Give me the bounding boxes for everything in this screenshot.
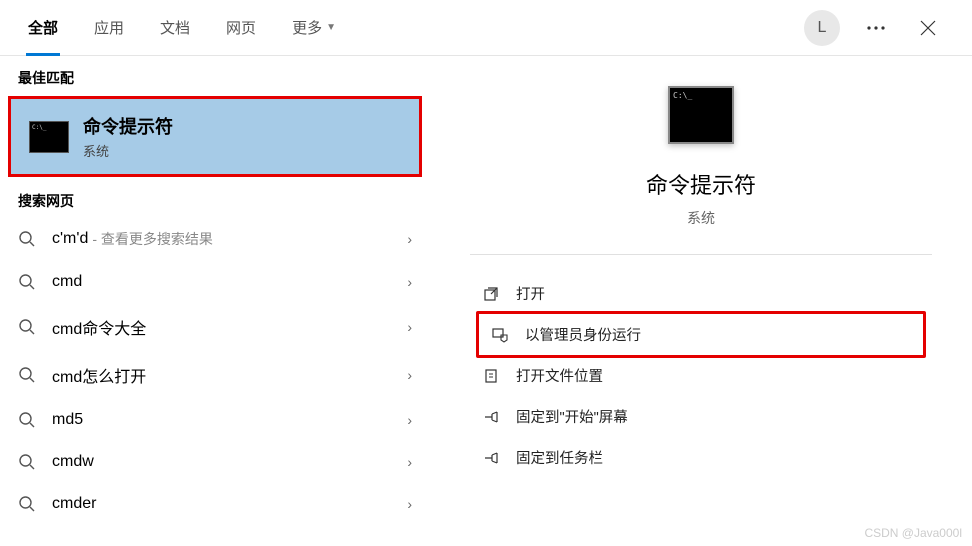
admin-icon [489, 327, 511, 343]
search-icon [18, 495, 38, 513]
action-pin[interactable]: 固定到"开始"屏幕 [470, 396, 932, 437]
result-text: cmdw [52, 453, 94, 471]
folder-icon [480, 368, 502, 384]
action-admin[interactable]: 以管理员身份运行 [476, 311, 926, 358]
web-result-item[interactable]: c'm'd - 查看更多搜索结果 › [0, 217, 430, 261]
web-results-list: c'm'd - 查看更多搜索结果›cmd›cmd命令大全›cmd怎么打开›md5… [0, 217, 430, 525]
divider [470, 254, 932, 255]
web-result-item[interactable]: cmd › [0, 261, 430, 303]
result-text: cmd [52, 273, 82, 291]
preview-title: 命令提示符 [646, 168, 756, 200]
chevron-right-icon: › [407, 454, 412, 470]
more-options-button[interactable] [860, 12, 892, 44]
tab-4[interactable]: 更多▼ [274, 0, 354, 56]
web-result-item[interactable]: md5 › [0, 399, 430, 441]
best-match-text: 命令提示符 系统 [83, 113, 173, 160]
chevron-right-icon: › [407, 231, 412, 247]
search-tabs: 全部应用文档网页更多▼ [10, 0, 354, 56]
best-match-subtitle: 系统 [83, 141, 173, 160]
tab-1[interactable]: 应用 [76, 0, 142, 56]
preview-subtitle: 系统 [687, 208, 715, 228]
pin-icon [480, 450, 502, 466]
action-pin[interactable]: 固定到任务栏 [470, 437, 932, 478]
result-text: md5 [52, 411, 83, 429]
result-text: cmd命令大全 [52, 315, 146, 339]
web-result-item[interactable]: cmdw › [0, 441, 430, 483]
pin-icon [480, 409, 502, 425]
open-icon [480, 286, 502, 302]
user-avatar[interactable]: L [804, 10, 840, 46]
search-icon [18, 230, 38, 248]
tab-0[interactable]: 全部 [10, 0, 76, 56]
content-area: 最佳匹配 命令提示符 系统 搜索网页 c'm'd - 查看更多搜索结果 › cmd ›… [0, 56, 972, 546]
close-button[interactable] [912, 12, 944, 44]
chevron-right-icon: › [407, 496, 412, 512]
best-match-title: 命令提示符 [83, 113, 173, 139]
web-result-item[interactable]: cmder › [0, 483, 430, 525]
header-bar: 全部应用文档网页更多▼ L [0, 0, 972, 56]
action-open[interactable]: 打开 [470, 273, 932, 314]
action-label: 打开 [516, 283, 545, 304]
preview-header: 命令提示符 系统 [430, 76, 972, 254]
chevron-right-icon: › [407, 319, 412, 335]
search-icon [18, 273, 38, 291]
action-folder[interactable]: 打开文件位置 [470, 355, 932, 396]
results-pane: 最佳匹配 命令提示符 系统 搜索网页 c'm'd - 查看更多搜索结果 › cmd ›… [0, 56, 430, 546]
web-result-item[interactable]: cmd命令大全 › [0, 303, 430, 351]
search-icon [18, 453, 38, 471]
header-right: L [804, 10, 962, 46]
result-suffix: - 查看更多搜索结果 [92, 229, 213, 249]
chevron-right-icon: › [407, 274, 412, 290]
action-label: 固定到"开始"屏幕 [516, 406, 628, 427]
chevron-down-icon: ▼ [326, 22, 336, 33]
preview-app-icon [668, 86, 734, 144]
action-label: 固定到任务栏 [516, 447, 603, 468]
preview-pane: 命令提示符 系统 打开以管理员身份运行打开文件位置固定到"开始"屏幕固定到任务栏… [430, 56, 972, 546]
web-search-heading: 搜索网页 [0, 179, 430, 217]
action-list: 打开以管理员身份运行打开文件位置固定到"开始"屏幕固定到任务栏 [430, 273, 972, 478]
chevron-right-icon: › [407, 367, 412, 383]
best-match-heading: 最佳匹配 [0, 56, 430, 94]
chevron-right-icon: › [407, 412, 412, 428]
result-text: c'm'd [52, 230, 88, 248]
result-text: cmder [52, 495, 96, 513]
best-match-item[interactable]: 命令提示符 系统 [8, 96, 422, 177]
search-icon [18, 318, 38, 336]
search-icon [18, 366, 38, 384]
action-label: 打开文件位置 [516, 365, 603, 386]
web-result-item[interactable]: cmd怎么打开 › [0, 351, 430, 399]
search-icon [18, 411, 38, 429]
watermark: CSDN @Java000l [864, 526, 962, 540]
tab-3[interactable]: 网页 [208, 0, 274, 56]
tab-2[interactable]: 文档 [142, 0, 208, 56]
cmd-prompt-icon [29, 121, 69, 153]
action-label: 以管理员身份运行 [525, 324, 641, 345]
result-text: cmd怎么打开 [52, 363, 146, 387]
